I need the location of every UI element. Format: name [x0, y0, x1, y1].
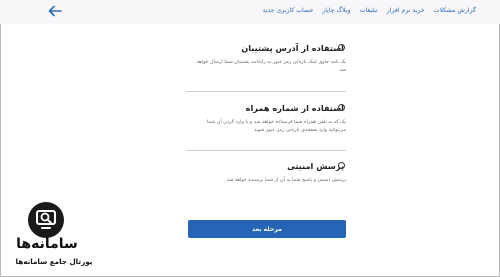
- option-description: یک نامه حاوی لینک بازیابی رمز عبور به را…: [196, 59, 346, 73]
- nav-link-advertising[interactable]: تبلیغات: [360, 7, 378, 14]
- divider: [186, 150, 346, 151]
- radio-security-question[interactable]: [338, 162, 345, 169]
- option-security-question[interactable]: پرسش امنیتی پرسش امنیتی و پاسخ شما به آن…: [188, 154, 346, 199]
- recovery-options: استفاده از آدرس پشتیبان یک نامه حاوی لین…: [188, 36, 346, 199]
- watermark-tagline: پورتال جامع سامانه‌ها: [15, 257, 93, 266]
- radio-phone-number[interactable]: [338, 104, 345, 111]
- watermark-logo: سامانه‌ها پورتال جامع سامانه‌ها: [6, 202, 106, 274]
- option-description: پرسش امنیتی و پاسخ شما به آن از شما پرسی…: [226, 177, 346, 183]
- top-navigation-bar: گزارش مشکلات خرید نرم افزار تبلیغات وبلا…: [0, 0, 500, 24]
- option-title: استفاده از شماره همراه: [245, 103, 344, 113]
- search-monitor-icon: [28, 202, 64, 238]
- option-description: یک کد به تلفن همراه شما فرستاده خواهد شد…: [206, 119, 346, 133]
- nav-link-buy-software[interactable]: خرید نرم افزار: [387, 7, 425, 14]
- option-phone-number[interactable]: استفاده از شماره همراه یک کد به تلفن همر…: [188, 96, 346, 154]
- nav-link-report-problems[interactable]: گزارش مشکلات: [434, 7, 476, 14]
- option-backup-email[interactable]: استفاده از آدرس پشتیبان یک نامه حاوی لین…: [188, 36, 346, 96]
- divider: [186, 91, 346, 92]
- nav-link-new-account[interactable]: حساب کاربری جدید: [262, 7, 313, 14]
- option-title: استفاده از آدرس پشتیبان: [241, 43, 344, 53]
- nav-link-chapar-blog[interactable]: وبلاگ چاپار: [322, 7, 350, 14]
- arrow-left-icon[interactable]: [48, 5, 62, 17]
- watermark-name: سامانه‌ها: [16, 236, 78, 252]
- top-nav: گزارش مشکلات خرید نرم افزار تبلیغات وبلا…: [262, 7, 476, 14]
- next-step-button[interactable]: مرحله بعد: [188, 220, 346, 238]
- radio-backup-email[interactable]: [338, 44, 345, 51]
- option-title: پرسش امنیتی: [287, 161, 344, 171]
